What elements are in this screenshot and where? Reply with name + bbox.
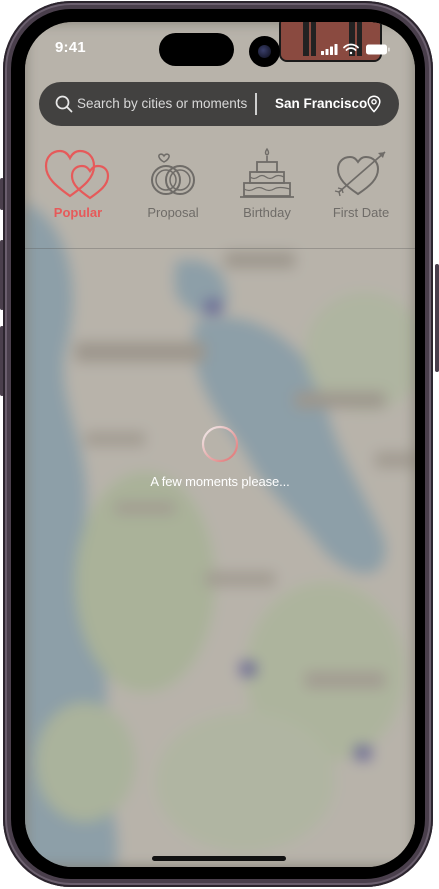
signal-icon bbox=[321, 44, 338, 55]
screen: 9:41 Search by cities or moments San Fra… bbox=[25, 22, 415, 867]
category-first-date[interactable]: First Date bbox=[316, 146, 406, 232]
search-icon bbox=[55, 95, 73, 113]
category-bar: Popular Proposal Birthday First Date bbox=[25, 146, 415, 232]
home-indicator[interactable] bbox=[152, 856, 286, 861]
status-bar: 9:41 bbox=[25, 22, 415, 72]
loading-spinner bbox=[201, 425, 239, 463]
city-selector[interactable]: San Francisco bbox=[275, 96, 367, 111]
hearts-icon bbox=[44, 149, 110, 200]
heart-arrow-icon bbox=[334, 151, 386, 197]
location-pin-icon[interactable] bbox=[367, 95, 381, 113]
rings-icon bbox=[151, 153, 195, 195]
wifi-icon bbox=[343, 43, 359, 55]
search-bar[interactable]: Search by cities or moments San Francisc… bbox=[39, 82, 399, 126]
category-label: Popular bbox=[53, 205, 103, 220]
loading-message: A few moments please... bbox=[150, 474, 290, 489]
category-proposal[interactable]: Proposal bbox=[128, 146, 218, 232]
category-birthday[interactable]: Birthday bbox=[222, 146, 312, 232]
status-time: 9:41 bbox=[55, 39, 86, 56]
status-icons bbox=[321, 42, 391, 56]
phone-mockup: 9:41 Search by cities or moments San Fra… bbox=[0, 0, 439, 889]
search-input[interactable]: Search by cities or moments bbox=[77, 96, 247, 111]
category-label: Proposal bbox=[147, 205, 199, 220]
category-popular[interactable]: Popular bbox=[33, 146, 123, 232]
category-separator bbox=[25, 248, 415, 249]
battery-icon bbox=[366, 44, 390, 55]
dynamic-island bbox=[159, 33, 234, 66]
cake-icon bbox=[240, 147, 294, 198]
search-divider bbox=[255, 93, 257, 115]
category-label: First Date bbox=[332, 205, 390, 220]
category-label: Birthday bbox=[243, 205, 291, 220]
power-button bbox=[435, 264, 439, 372]
front-camera bbox=[249, 36, 280, 67]
